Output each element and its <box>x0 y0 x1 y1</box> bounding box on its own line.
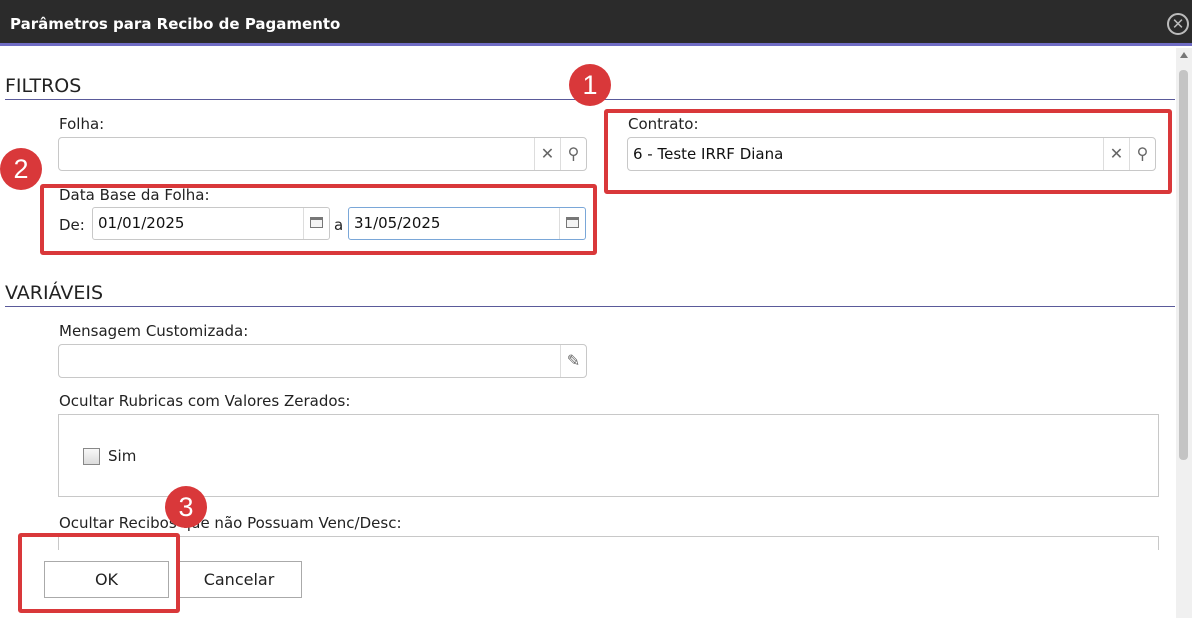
contrato-value[interactable]: 6 - Teste IRRF Diana <box>633 145 783 163</box>
scroll-up-arrow-icon[interactable] <box>1180 52 1188 58</box>
annotation-number-3: 3 <box>165 486 207 528</box>
dialog-content: FILTROS Folha: ✕ ⚲ Contrato: 6 - Teste I… <box>0 48 1176 550</box>
section-divider <box>5 306 1175 307</box>
ocultar-recibos-label: Ocultar Recibos que não Possuam Venc/Des… <box>59 514 402 532</box>
vertical-scrollbar[interactable] <box>1176 48 1192 618</box>
ocultar-rubricas-panel: Sim <box>58 414 1159 497</box>
scroll-thumb[interactable] <box>1179 70 1188 460</box>
folha-field[interactable]: ✕ ⚲ <box>58 137 587 171</box>
search-icon[interactable]: ⚲ <box>1129 138 1155 170</box>
section-title-filtros: FILTROS <box>5 75 82 97</box>
ok-button[interactable]: OK <box>44 561 169 598</box>
date-to-value[interactable]: 31/05/2025 <box>354 214 440 232</box>
search-icon[interactable]: ⚲ <box>560 138 586 170</box>
date-to-input[interactable]: 31/05/2025 <box>348 207 586 240</box>
section-title-variaveis: VARIÁVEIS <box>5 282 104 304</box>
annotation-number-2: 2 <box>0 148 42 190</box>
data-base-label: Data Base da Folha: <box>59 186 210 204</box>
dialog-titlebar: Parâmetros para Recibo de Pagamento ✕ <box>0 0 1192 46</box>
calendar-icon[interactable] <box>303 208 329 239</box>
calendar-icon[interactable] <box>559 208 585 239</box>
date-from-input[interactable]: 01/01/2025 <box>92 207 330 240</box>
ocultar-rubricas-label: Ocultar Rubricas com Valores Zerados: <box>59 392 351 410</box>
sim-label[interactable]: Sim <box>108 447 136 465</box>
annotation-number-1: 1 <box>569 64 611 106</box>
contrato-label: Contrato: <box>628 115 699 133</box>
contrato-field[interactable]: 6 - Teste IRRF Diana ✕ ⚲ <box>627 137 1156 171</box>
cancel-button[interactable]: Cancelar <box>176 561 302 598</box>
ocultar-recibos-panel <box>58 536 1159 550</box>
date-from-label: De: <box>59 216 85 234</box>
date-from-value[interactable]: 01/01/2025 <box>98 214 184 232</box>
close-icon[interactable]: ✕ <box>1167 13 1189 35</box>
mensagem-field[interactable]: ✎ <box>58 344 587 378</box>
dialog-title: Parâmetros para Recibo de Pagamento <box>10 15 341 33</box>
clear-icon[interactable]: ✕ <box>534 138 560 170</box>
dialog-footer: OK Cancelar <box>0 550 1176 618</box>
pencil-icon[interactable]: ✎ <box>560 345 586 377</box>
date-to-label: a <box>334 216 344 234</box>
sim-checkbox[interactable] <box>83 448 100 465</box>
mensagem-label: Mensagem Customizada: <box>59 322 249 340</box>
folha-label: Folha: <box>59 115 105 133</box>
clear-icon[interactable]: ✕ <box>1103 138 1129 170</box>
